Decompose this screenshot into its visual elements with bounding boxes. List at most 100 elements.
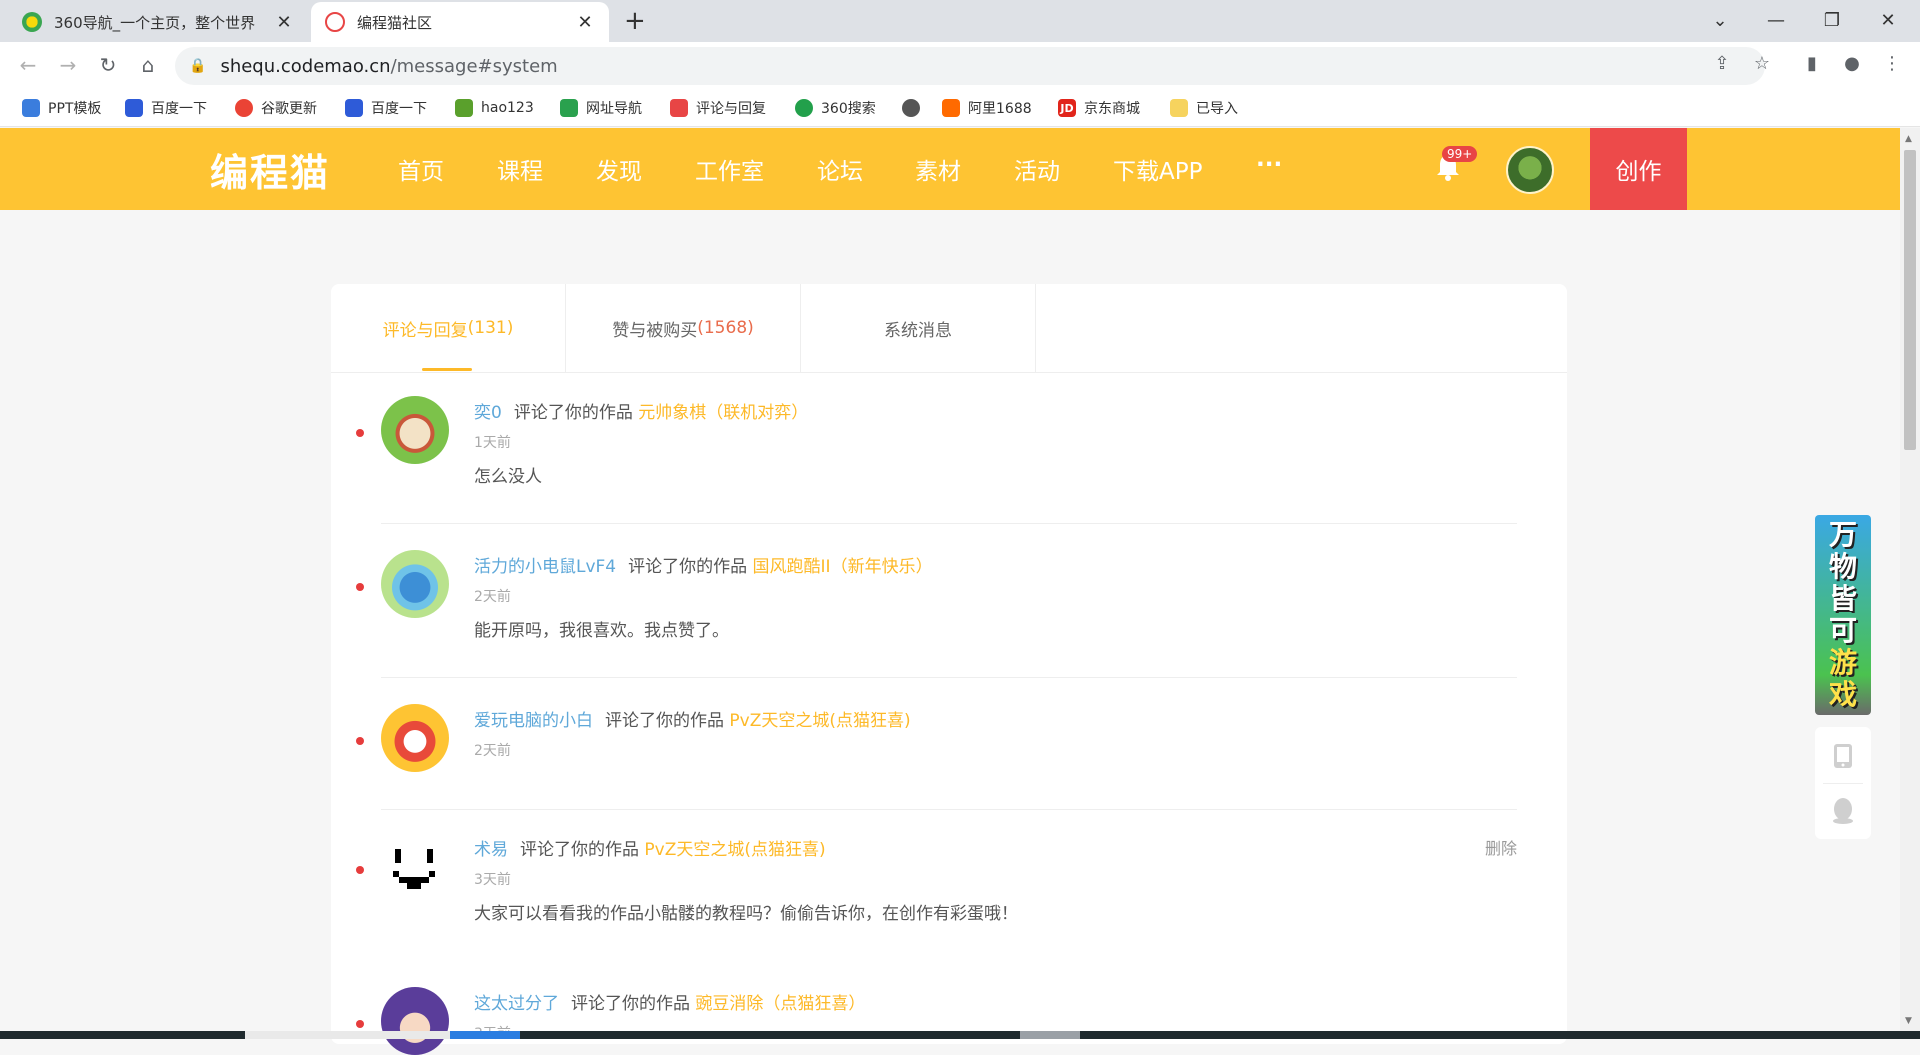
menu-icon[interactable]: ⋮ (1877, 48, 1907, 78)
side-panel-icon[interactable]: ▮ (1797, 48, 1827, 78)
bookmark-star-icon[interactable]: ☆ (1747, 48, 1777, 78)
qq-icon[interactable] (1831, 797, 1855, 825)
promo-banner[interactable]: 万 物 皆 可 游 戏 (1815, 515, 1871, 715)
message-work[interactable]: PvZ天空之城(点猫狂喜) (644, 840, 825, 860)
bookmark-label: 谷歌更新 (261, 101, 317, 117)
nav-materials[interactable]: 素材 (915, 152, 961, 186)
nav-discover[interactable]: 发现 (596, 152, 642, 186)
user-avatar[interactable] (1506, 146, 1554, 194)
promo-char: 可 (1828, 614, 1857, 647)
notification-badge: 99+ (1442, 146, 1478, 162)
share-icon[interactable]: ⇪ (1707, 48, 1737, 78)
bookmark-1688[interactable]: 阿里1688 (942, 97, 1032, 119)
delete-button[interactable]: 删除 (1485, 835, 1517, 859)
bookmark-hao123[interactable]: hao123 (455, 97, 534, 119)
unread-dot (356, 866, 364, 874)
tab-divider (331, 372, 1567, 373)
taskbar-item[interactable] (245, 1031, 450, 1039)
tab-comments-replies[interactable]: 评论与回复 (131) (331, 284, 566, 372)
bookmark-360search[interactable]: 360搜索 (795, 97, 876, 119)
promo-char: 皆 (1828, 582, 1857, 615)
message-action: 评论了你的作品 (628, 557, 748, 577)
page-scrollbar[interactable]: ▲ ▼ (1900, 128, 1920, 1039)
bookmark-label: 已导入 (1196, 101, 1238, 117)
taskbar-item[interactable] (1020, 1031, 1080, 1039)
unread-dot (356, 583, 364, 591)
nav-more[interactable]: ··· (1256, 152, 1282, 178)
home-icon[interactable]: ⌂ (132, 49, 164, 81)
forward-icon[interactable]: → (52, 49, 84, 81)
tab-count: (131) (467, 318, 514, 338)
avatar[interactable] (381, 987, 449, 1055)
globe-icon (902, 99, 920, 117)
profile-icon[interactable]: ● (1837, 48, 1867, 78)
bookmark-label: 京东商城 (1084, 101, 1140, 117)
scroll-down-icon[interactable]: ▼ (1905, 1016, 1912, 1026)
codemao-icon (670, 99, 688, 117)
message-text: 大家可以看看我的作品小骷髅的教程吗？偷偷告诉你，在创作有彩蛋哦！ (474, 904, 1018, 924)
tablet-icon[interactable] (1832, 743, 1854, 769)
avatar[interactable] (381, 833, 449, 901)
message-user[interactable]: 活力的小电鼠LvF4 (474, 557, 616, 577)
restore-icon[interactable]: ❐ (1804, 0, 1860, 40)
window-close-icon[interactable]: ✕ (1860, 0, 1916, 40)
bookmark-label: 百度一下 (151, 101, 207, 117)
message-work[interactable]: 元帅象棋（联机对弈） (638, 403, 808, 423)
back-icon[interactable]: ← (12, 49, 44, 81)
bookmark-google-update[interactable]: 谷歌更新 (235, 97, 317, 119)
create-button[interactable]: 创作 (1590, 128, 1687, 210)
new-tab-button[interactable]: + (624, 6, 646, 36)
bookmark-label: hao123 (481, 100, 534, 116)
message-header: 术易 评论了你的作品 PvZ天空之城(点猫狂喜) (474, 835, 826, 860)
message-user[interactable]: 这太过分了 (474, 994, 559, 1014)
minimize-icon[interactable]: — (1748, 0, 1804, 40)
bookmark-jd[interactable]: JD 京东商城 (1058, 97, 1140, 119)
folder-icon (1170, 99, 1188, 117)
chrome-icon (235, 99, 253, 117)
message-work[interactable]: PvZ天空之城(点猫狂喜) (729, 711, 910, 731)
tab-likes-purchases[interactable]: 赞与被购买 (1568) (566, 284, 801, 372)
nav-courses[interactable]: 课程 (497, 152, 543, 186)
bookmark-label: 360搜索 (821, 101, 876, 117)
tab-search-icon[interactable]: ⌄ (1692, 0, 1748, 40)
bookmark-baidu[interactable]: 百度一下 (125, 97, 207, 119)
avatar[interactable] (381, 704, 449, 772)
message-work[interactable]: 国风跑酷II（新年快乐） (753, 557, 933, 577)
bookmark-nav[interactable]: 网址导航 (560, 97, 642, 119)
nav-activities[interactable]: 活动 (1014, 152, 1060, 186)
tab-system-messages[interactable]: 系统消息 (801, 284, 1036, 372)
bookmark-ppt[interactable]: PPT模板 (22, 97, 101, 119)
site-logo[interactable]: 编程猫 (210, 142, 330, 197)
avatar[interactable] (381, 396, 449, 464)
bookmark-folder-imported[interactable]: 已导入 (1170, 97, 1238, 119)
message-user[interactable]: 爱玩电脑的小白 (474, 711, 593, 731)
browser-tab-codemao[interactable]: 编程猫社区 ✕ (311, 2, 609, 42)
nav-forum[interactable]: 论坛 (817, 152, 863, 186)
message-work[interactable]: 豌豆消除（点猫狂喜） (695, 994, 865, 1014)
nav-home[interactable]: 首页 (398, 152, 444, 186)
address-bar[interactable]: 🔒 shequ.codemao.cn/message#system (175, 47, 1765, 85)
taskbar-item-active[interactable] (450, 1031, 520, 1039)
scroll-thumb[interactable] (1904, 150, 1916, 450)
browser-tab-360[interactable]: 360导航_一个主页，整个世界 ✕ (8, 2, 308, 42)
message-action: 评论了你的作品 (571, 994, 690, 1014)
unread-dot (356, 429, 364, 437)
message-text: 能开原吗，我很喜欢。我点赞了。 (474, 621, 729, 641)
tab-label: 系统消息 (884, 320, 952, 341)
reload-icon[interactable]: ↻ (92, 49, 124, 81)
scroll-up-icon[interactable]: ▲ (1905, 134, 1912, 144)
bookmark-baidu-2[interactable]: 百度一下 (345, 97, 427, 119)
message-action: 评论了你的作品 (513, 403, 633, 423)
close-icon[interactable]: ✕ (274, 12, 294, 33)
bookmark-comments[interactable]: 评论与回复 (670, 97, 766, 119)
nav-download-app[interactable]: 下载APP (1113, 152, 1202, 186)
bookmark-globe[interactable] (902, 97, 928, 119)
nav-studio[interactable]: 工作室 (695, 152, 764, 186)
tab-count: (1568) (697, 318, 754, 338)
avatar[interactable] (381, 550, 449, 618)
message-user[interactable]: 奕0 (474, 403, 502, 423)
close-icon[interactable]: ✕ (575, 12, 595, 33)
message-user[interactable]: 术易 (474, 840, 508, 860)
tab-title: 360导航_一个主页，整个世界 (54, 13, 256, 32)
bookmark-label: 百度一下 (371, 101, 427, 117)
